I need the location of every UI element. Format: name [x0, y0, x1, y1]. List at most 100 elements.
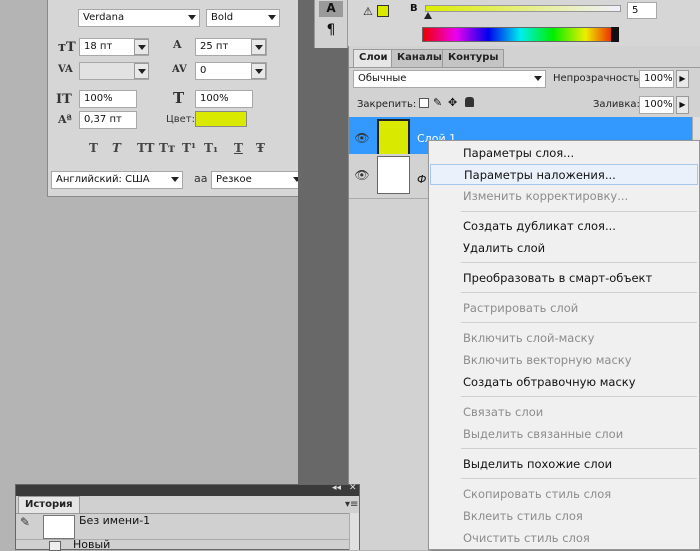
chevron-down-icon: [171, 177, 179, 182]
baseline-shift-field[interactable]: 0,37 пт: [79, 111, 137, 129]
gamut-color-swatch[interactable]: [377, 5, 389, 17]
tracking-dropdown-button[interactable]: [251, 63, 266, 79]
menu-item-delete-layer[interactable]: Удалить слой: [430, 238, 698, 259]
lock-image-icon[interactable]: ✎: [433, 96, 442, 109]
faux-bold-button[interactable]: T: [89, 141, 98, 155]
layer-context-menu: Параметры слоя... Параметры наложения...…: [428, 140, 700, 550]
opacity-field[interactable]: 100%: [639, 70, 674, 88]
character-panel-icon[interactable]: A: [319, 1, 343, 17]
slider-handle-icon[interactable]: [424, 12, 432, 19]
menu-separator: [461, 292, 697, 293]
antialias-select[interactable]: Резкое: [211, 171, 305, 189]
fill-slider-button[interactable]: ▶: [676, 96, 689, 114]
menu-separator: [461, 262, 697, 263]
fill-field[interactable]: 100%: [639, 96, 674, 114]
history-state-name: Новый: [73, 538, 111, 551]
menu-item-create-clipping-mask[interactable]: Создать обтравочную маску: [430, 372, 698, 393]
menu-item-copy-layer-style[interactable]: Скопировать стиль слоя: [430, 484, 698, 505]
antialias-icon: aa: [194, 172, 208, 185]
leading-dropdown-button[interactable]: [251, 39, 266, 55]
menu-item-clear-layer-style[interactable]: Очистить стиль слоя: [430, 528, 698, 549]
all-caps-button[interactable]: TT: [137, 141, 154, 155]
panel-dock-gutter: [298, 0, 351, 490]
history-brush-icon[interactable]: ✎: [20, 515, 30, 529]
layer-name[interactable]: Ф: [417, 173, 426, 186]
subscript-button[interactable]: T₁: [204, 141, 218, 155]
menu-item-edit-adjustment[interactable]: Изменить корректировку...: [430, 186, 698, 207]
vertical-scale-icon: IT: [56, 92, 72, 107]
menu-item-select-linked-layers[interactable]: Выделить связанные слои: [430, 424, 698, 445]
opacity-label: Непрозрачность:: [553, 73, 643, 84]
warning-icon[interactable]: ⚠: [363, 5, 373, 18]
tool-dock: A ¶: [314, 0, 348, 48]
menu-item-blending-options[interactable]: Параметры наложения...: [430, 164, 698, 185]
baseline-shift-icon: Aª: [58, 113, 72, 126]
menu-item-paste-layer-style[interactable]: Вклеить стиль слоя: [430, 506, 698, 527]
menu-separator: [461, 211, 697, 212]
visibility-eye-icon[interactable]: 👁: [353, 131, 371, 149]
menu-separator: [461, 478, 697, 479]
layer-thumbnail: [377, 119, 410, 157]
blend-mode-select[interactable]: Обычные: [353, 70, 546, 88]
horizontal-scale-field[interactable]: 100%: [195, 90, 253, 108]
strikethrough-button[interactable]: Ŧ: [256, 141, 265, 155]
tab-divider: [349, 67, 700, 68]
menu-item-duplicate-layer[interactable]: Создать дубликат слоя...: [430, 216, 698, 237]
tab-history[interactable]: История: [18, 496, 80, 513]
menu-item-rasterize-layer[interactable]: Растрировать слой: [430, 298, 698, 319]
tab-layers[interactable]: Слои: [353, 49, 394, 67]
menu-item-link-layers[interactable]: Связать слои: [430, 402, 698, 423]
tab-channels[interactable]: Каналы: [391, 49, 448, 67]
lock-all-icon[interactable]: [465, 97, 474, 107]
menu-item-layer-properties[interactable]: Параметры слоя...: [430, 143, 698, 164]
layer-thumbnail: [377, 156, 410, 194]
menu-item-enable-layer-mask[interactable]: Включить слой-маску: [430, 328, 698, 349]
chevron-down-icon: [534, 76, 542, 81]
vertical-scale-field[interactable]: 100%: [79, 90, 137, 108]
lock-transparent-icon[interactable]: [419, 98, 429, 108]
font-family-select[interactable]: Verdana: [78, 9, 200, 27]
channel-value-field[interactable]: 5: [627, 2, 657, 19]
visibility-eye-icon[interactable]: 👁: [353, 168, 371, 186]
kerning-icon: VA: [58, 64, 73, 75]
history-snapshot-row[interactable]: ✎ Без имени-1: [16, 514, 349, 540]
leading-icon: A: [173, 38, 182, 51]
language-select[interactable]: Английский: США: [51, 171, 183, 189]
lock-label: Закрепить:: [357, 99, 417, 110]
channel-slider-track[interactable]: [425, 5, 621, 12]
channel-label: B: [410, 3, 418, 14]
superscript-button[interactable]: T¹: [182, 141, 196, 155]
close-icon[interactable]: ✕: [349, 483, 357, 493]
underline-button[interactable]: T: [234, 141, 243, 155]
paragraph-panel-icon[interactable]: ¶: [319, 22, 343, 40]
menu-item-convert-smart-object[interactable]: Преобразовать в смарт-объект: [430, 268, 698, 289]
menu-item-enable-vector-mask[interactable]: Включить векторную маску: [430, 350, 698, 371]
color-spectrum-bar[interactable]: [422, 27, 619, 42]
text-color-swatch[interactable]: [195, 111, 247, 127]
tracking-icon: AV: [172, 64, 187, 75]
history-scrollbar[interactable]: [349, 513, 359, 550]
menu-separator: [461, 448, 697, 449]
panel-menu-icon[interactable]: ▾≡: [345, 499, 358, 510]
menu-separator: [461, 322, 697, 323]
fill-label: Заливка:: [593, 99, 640, 110]
faux-italic-button[interactable]: T: [112, 141, 121, 155]
panel-title-bar[interactable]: ◂◂ ✕: [16, 483, 359, 496]
black-swatch[interactable]: [611, 27, 619, 42]
menu-item-select-similar-layers[interactable]: Выделить похожие слои: [430, 454, 698, 475]
tab-paths[interactable]: Контуры: [442, 49, 505, 67]
snapshot-thumbnail: [43, 515, 75, 539]
menu-separator: [461, 396, 697, 397]
chevron-down-icon: [188, 15, 196, 20]
collapse-icon[interactable]: ◂◂: [332, 483, 341, 493]
lock-position-icon[interactable]: ✥: [448, 96, 457, 109]
kerning-dropdown-button[interactable]: [134, 63, 149, 79]
snapshot-name: Без имени-1: [79, 514, 151, 527]
color-panel: ⚠ B 5: [348, 0, 700, 46]
font-size-dropdown-button[interactable]: [134, 39, 149, 55]
font-style-select[interactable]: Bold: [206, 9, 280, 27]
small-caps-button[interactable]: Tт: [159, 141, 175, 155]
history-panel: ◂◂ ✕ История ▾≡ ✎ Без имени-1 Новый: [15, 483, 360, 551]
horizontal-scale-icon: T: [173, 89, 185, 107]
opacity-slider-button[interactable]: ▶: [676, 70, 689, 88]
